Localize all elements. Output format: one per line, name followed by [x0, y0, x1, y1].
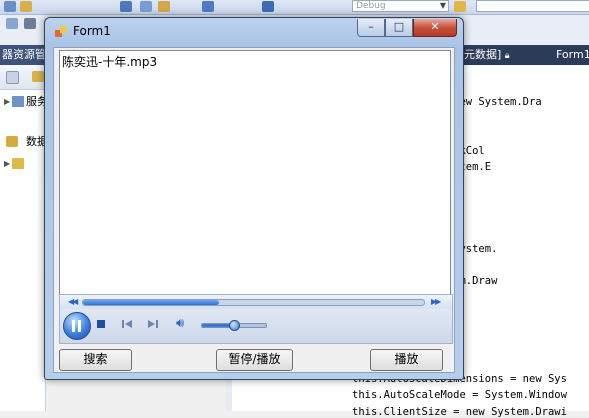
form1-window: Form1 – □ ✕ 陈奕迅-十年.mp3 ◀◀ ▶▶ 🔊︎ 搜索 暂停/播放…: [44, 17, 464, 380]
volume-slider[interactable]: [201, 320, 267, 331]
seek-progress-fill: [83, 300, 220, 305]
toolbar-icon[interactable]: [24, 18, 36, 29]
lock-icon: 🔒︎: [504, 51, 510, 61]
reference-icon: [12, 158, 24, 169]
pause-button[interactable]: [63, 312, 91, 340]
previous-icon[interactable]: [122, 319, 132, 329]
toolbar-icon[interactable]: [32, 71, 44, 82]
toolbar-icon[interactable]: [454, 1, 466, 12]
solution-item-server[interactable]: ▶ 服务: [0, 93, 48, 111]
search-button[interactable]: 搜索: [59, 349, 132, 371]
tab-solution-explorer[interactable]: 器资源管: [0, 45, 46, 65]
list-item[interactable]: 陈奕迅-十年.mp3: [62, 53, 157, 70]
pause-play-button[interactable]: 暂停/播放: [216, 349, 293, 371]
next-icon[interactable]: [148, 319, 158, 329]
expand-icon[interactable]: ▶: [4, 93, 10, 111]
solution-item-reference[interactable]: ▶: [0, 155, 45, 173]
minimize-button[interactable]: –: [357, 19, 385, 37]
rewind-icon[interactable]: ◀◀: [68, 297, 78, 306]
toolbar-icon[interactable]: [262, 1, 274, 12]
toolbar-icon[interactable]: [20, 1, 32, 12]
form-icon: [55, 26, 67, 38]
toolbar-icon[interactable]: [158, 1, 170, 12]
config-combo[interactable]: Debug ▼: [352, 0, 449, 12]
speaker-icon[interactable]: 🔊︎: [176, 316, 184, 331]
toolbar-icon[interactable]: [140, 1, 152, 12]
solution-toolbar: [0, 65, 45, 90]
toolbar-icon[interactable]: [6, 18, 18, 29]
playlist-listbox[interactable]: 陈奕迅-十年.mp3: [59, 50, 451, 295]
ide-toolbar: Debug ▼: [0, 0, 589, 15]
toolbar-find-box[interactable]: [476, 0, 589, 12]
server-icon: [12, 96, 24, 107]
toolbar-icon[interactable]: [4, 1, 16, 12]
solution-item-data[interactable]: 数据: [0, 133, 48, 151]
volume-knob[interactable]: [229, 320, 240, 331]
chevron-down-icon: ▼: [439, 1, 446, 10]
close-icon[interactable]: [6, 71, 19, 84]
seek-slider[interactable]: [82, 299, 425, 306]
code-line: this.AutoScaleMode = System.Window: [352, 389, 567, 402]
pause-icon: [72, 320, 75, 332]
form-client-area: 陈奕迅-十年.mp3 ◀◀ ▶▶ 🔊︎ 搜索 暂停/播放 播放: [53, 47, 455, 373]
database-icon: [6, 136, 18, 147]
expand-icon[interactable]: ▶: [4, 155, 10, 173]
tab-metadata[interactable]: 元数据] 🔒︎: [464, 45, 510, 65]
stop-icon[interactable]: [96, 319, 106, 329]
close-button[interactable]: ✕: [413, 19, 457, 37]
solution-explorer: ▶ 服务 数据 ▶: [0, 65, 48, 411]
config-combo-value: Debug: [356, 1, 386, 11]
maximize-button[interactable]: □: [385, 19, 413, 37]
toolbar-icon[interactable]: [202, 1, 214, 12]
seek-bar-area: ◀◀ ▶▶: [60, 295, 452, 309]
play-button[interactable]: 播放: [370, 349, 443, 371]
code-line: this.ClientSize = new System.Drawi: [352, 405, 567, 418]
caption-buttons: – □ ✕: [357, 19, 457, 38]
toolbar-icon[interactable]: [120, 1, 132, 12]
media-player: ◀◀ ▶▶ 🔊︎: [59, 294, 453, 344]
window-title: Form1: [73, 24, 111, 38]
tab-form1[interactable]: Form1: [556, 45, 589, 65]
pause-icon: [78, 320, 81, 332]
fast-forward-icon[interactable]: ▶▶: [431, 297, 441, 306]
